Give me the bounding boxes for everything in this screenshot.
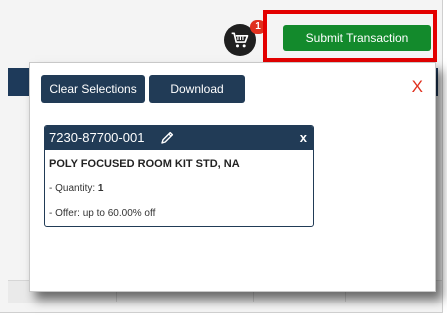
item-quantity: - Quantity: 1: [49, 183, 103, 194]
clear-selections-button[interactable]: Clear Selections: [41, 75, 145, 103]
quantity-label: - Quantity:: [49, 183, 98, 194]
background-nav-bar-left: [8, 68, 30, 96]
item-offer: - Offer: up to 60.00% off: [49, 208, 156, 219]
item-title: POLY FOCUSED ROOM KIT STD, NA: [49, 158, 240, 170]
pencil-icon[interactable]: [159, 130, 175, 146]
cart-item-card: 7230-87700-001 x POLY FOCUSED ROOM KIT S…: [44, 125, 314, 227]
item-sku: 7230-87700-001: [49, 130, 145, 145]
cart-popup: Clear Selections Download PDF X 7230-877…: [29, 62, 436, 292]
remove-item-button[interactable]: x: [300, 130, 307, 146]
quantity-value: 1: [97, 183, 104, 194]
cart-glyph: [231, 32, 249, 48]
submit-transaction-button[interactable]: Submit Transaction: [283, 25, 431, 51]
screen: 1 Submit Transaction Clear Selections Do…: [0, 0, 447, 318]
download-pdf-button[interactable]: Download PDF: [149, 75, 245, 124]
cart-item-header: 7230-87700-001 x: [45, 126, 313, 150]
close-popup-button[interactable]: X: [412, 77, 423, 97]
